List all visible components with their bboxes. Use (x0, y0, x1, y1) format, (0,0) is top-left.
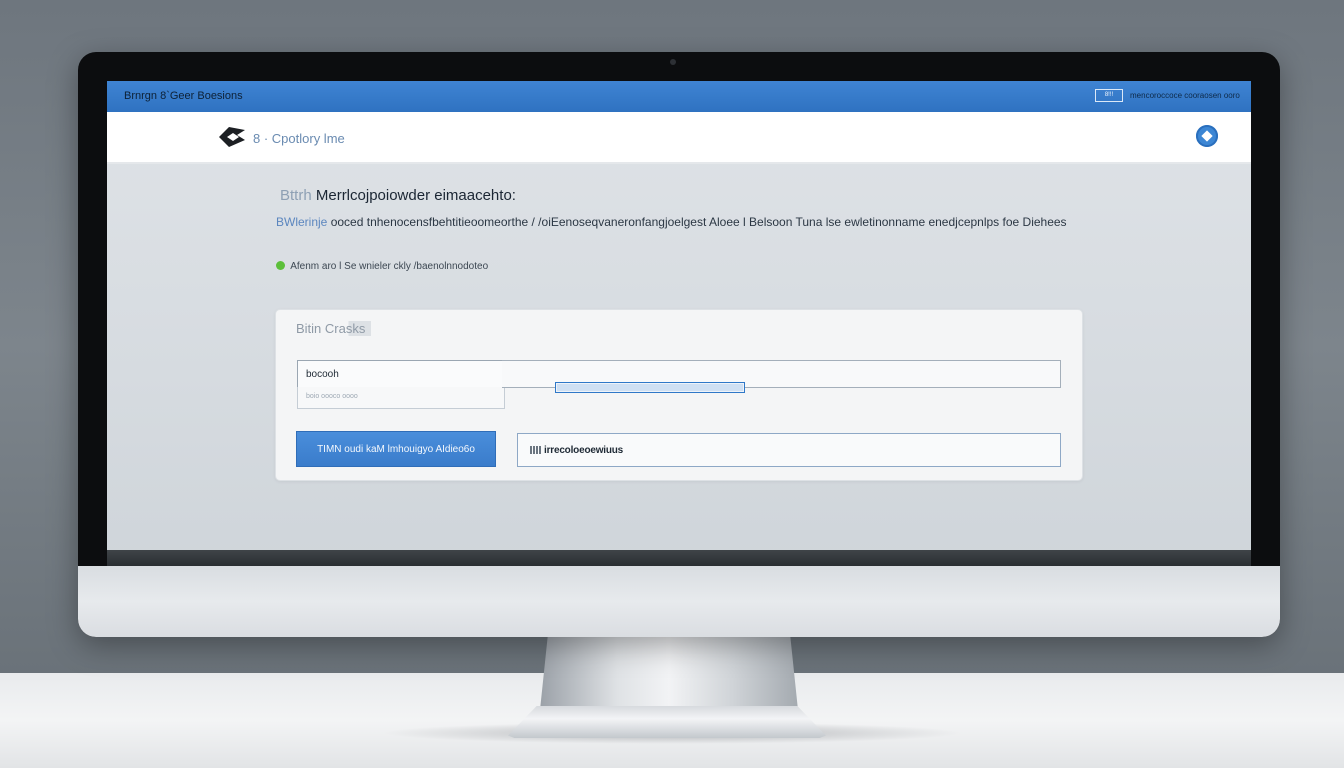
monitor-chin (78, 566, 1280, 637)
status-dot-icon (276, 261, 285, 270)
brand-logo-icon[interactable] (217, 124, 247, 150)
page-title-prefix: Bttrh (280, 187, 312, 204)
page-description-text: ooced tnhenocensfbehtitieoomeorthe / /oi… (330, 215, 1067, 229)
site-header: 8 · Cpotlory lme (107, 112, 1251, 164)
app-title-bar: Brnrgn 8`Geer Boesions 8!!! mencoroccoce… (107, 81, 1251, 112)
page-description-prefix: BWlerinje (276, 215, 328, 229)
result-field[interactable]: irrecoloeoewiuus (517, 433, 1061, 467)
card-title: Bitin Crasks (296, 321, 372, 336)
top-account-link[interactable]: mencoroccoce cooraosen ooro (1130, 91, 1240, 100)
status-text: Afenm aro l Se wnieler ckly /baenolnnodo… (290, 261, 489, 272)
field-subtext: boio oooco oooo (306, 393, 358, 400)
submit-button[interactable]: TIMN oudi kaM lmhouigyo AIdieo6o (296, 431, 496, 467)
site-title: 8 · Cpotlory lme (253, 131, 345, 146)
screen-bottom-edge (107, 550, 1251, 566)
barcode-icon (530, 446, 542, 454)
monitor-stand-neck (540, 636, 798, 710)
screen: Brnrgn 8`Geer Boesions 8!!! mencoroccoce… (107, 81, 1251, 566)
field-subtext-cell: boio oooco oooo (297, 387, 505, 409)
top-badge-button[interactable]: 8!!! (1095, 89, 1123, 102)
app-title: Brnrgn 8`Geer Boesions (124, 90, 243, 102)
monitor-stand-base (508, 706, 826, 738)
monitor: Brnrgn 8`Geer Boesions 8!!! mencoroccoce… (78, 52, 1280, 637)
field-label: bocooh (306, 369, 339, 380)
page-title-text: Merrlcojpoiowder eimaacehto: (315, 187, 516, 204)
progress-bar (555, 382, 745, 393)
field-label-cell: bocooh (297, 360, 505, 388)
progress-fill (557, 384, 743, 391)
page-description: BWlerinje ooced tnhenocensfbehtitieoomeo… (276, 215, 1067, 229)
result-field-text: irrecoloeoewiuus (544, 445, 624, 456)
camera-dot (670, 59, 676, 65)
status-line: Afenm aro l Se wnieler ckly /baenolnnodo… (276, 261, 488, 272)
blue-circle-diamond-icon[interactable] (1196, 125, 1218, 147)
form-card: Bitin Crasks bocooh boio oooco oooo TIMN… (275, 309, 1083, 481)
page-title: Bttrh Merrlcojpoiowder eimaacehto: (280, 187, 516, 204)
